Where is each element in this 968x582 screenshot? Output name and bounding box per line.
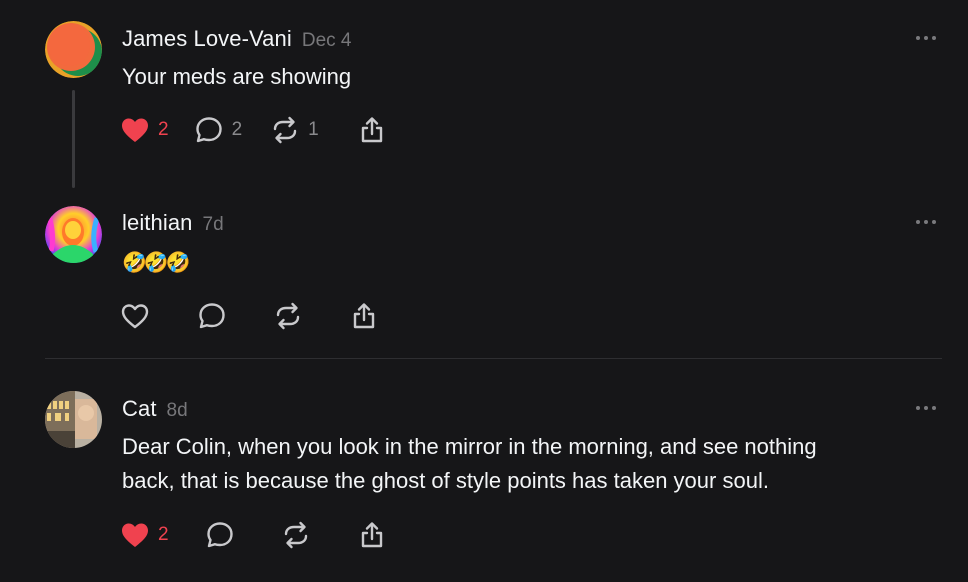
share-button[interactable] [357, 115, 387, 145]
more-icon[interactable] [916, 405, 936, 411]
heart-icon [122, 118, 148, 142]
post-header: leithian 7d [122, 210, 224, 236]
repost-icon [273, 116, 297, 144]
post-text: Your meds are showing [122, 64, 352, 89]
more-icon[interactable] [916, 219, 936, 225]
like-count: 2 [158, 524, 169, 545]
like-button[interactable] [120, 302, 150, 330]
repost-button[interactable] [281, 520, 311, 550]
comment-icon [206, 522, 233, 548]
timestamp[interactable]: Dec 4 [302, 30, 352, 52]
share-icon [353, 303, 375, 329]
heart-icon [121, 304, 149, 329]
like-count: 2 [158, 119, 169, 140]
share-button[interactable] [357, 520, 387, 550]
repost-button[interactable] [273, 301, 303, 331]
comment-icon [199, 303, 225, 329]
reply-button[interactable]: 2 [194, 115, 243, 145]
post-text: 🤣🤣🤣 [122, 250, 191, 274]
repost-count: 1 [308, 119, 319, 140]
avatar[interactable] [45, 391, 102, 448]
post-text-line: Dear Colin, when you look in the mirror … [122, 434, 817, 459]
author-name[interactable]: James Love-Vani [122, 26, 292, 52]
divider [45, 358, 942, 359]
post-header: Cat 8d [122, 396, 188, 422]
action-bar [120, 301, 379, 331]
thread-line [72, 90, 75, 188]
action-bar: 2 [120, 520, 387, 550]
post-header: James Love-Vani Dec 4 [122, 26, 351, 52]
action-bar: 2 2 1 [120, 115, 387, 145]
heart-icon [122, 523, 148, 547]
like-button[interactable]: 2 [120, 116, 169, 144]
timestamp[interactable]: 8d [167, 400, 188, 422]
post-text-line: back, that is because the ghost of style… [122, 468, 769, 493]
repost-button[interactable]: 1 [270, 115, 319, 145]
avatar[interactable] [45, 21, 102, 78]
share-icon [361, 522, 382, 548]
reply-count: 2 [231, 119, 243, 140]
author-name[interactable]: Cat [122, 396, 157, 422]
repost-icon [276, 302, 300, 330]
repost-icon [284, 521, 307, 549]
share-button[interactable] [349, 301, 379, 331]
comment-icon [195, 117, 222, 143]
share-icon [361, 117, 382, 143]
like-button[interactable]: 2 [120, 521, 169, 549]
author-name[interactable]: leithian [122, 210, 193, 236]
reply-button[interactable] [205, 520, 235, 550]
reply-button[interactable] [197, 301, 227, 331]
post-text: Dear Colin, when you look in the mirror … [122, 430, 922, 498]
avatar[interactable] [45, 206, 102, 263]
more-icon[interactable] [916, 35, 936, 41]
timestamp[interactable]: 7d [203, 214, 224, 236]
